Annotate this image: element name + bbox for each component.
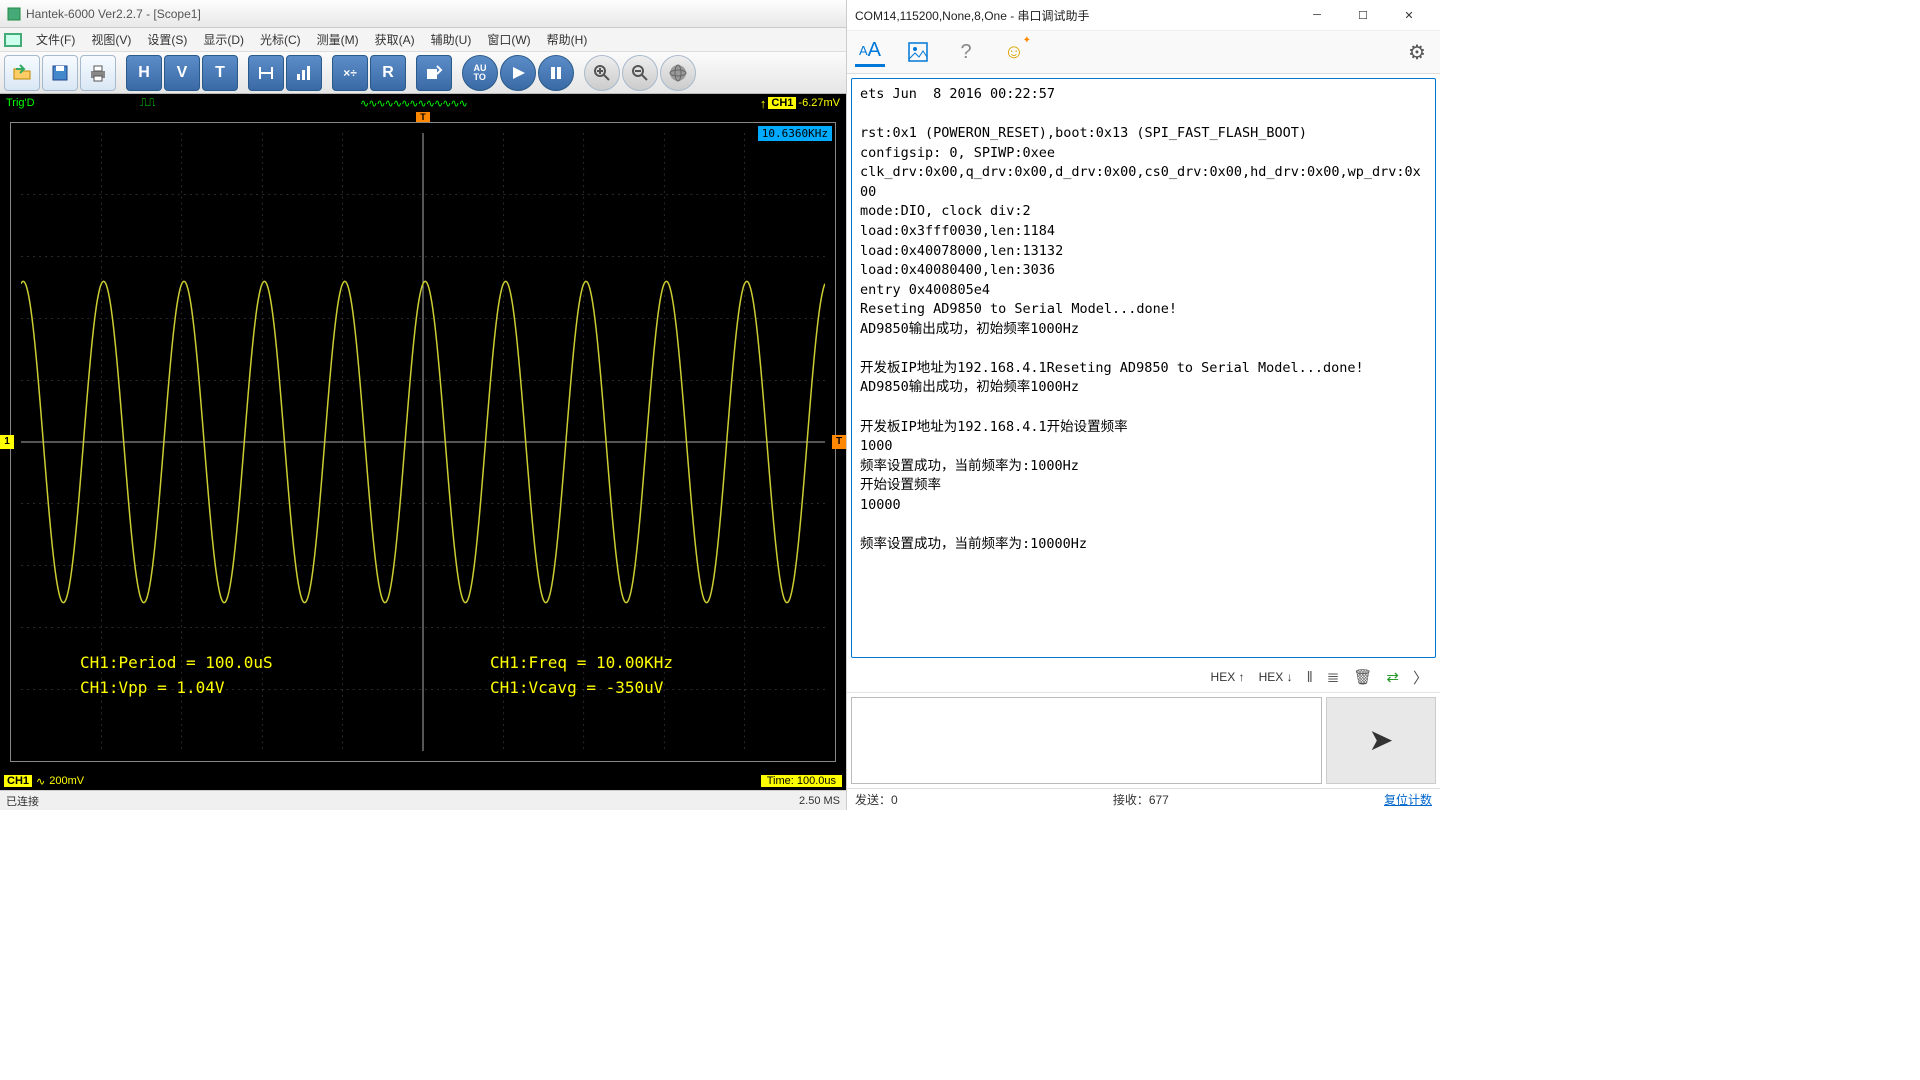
stop-button[interactable] — [538, 55, 574, 91]
pulse-icon: ⎍⎍ — [140, 96, 155, 110]
scope-statusbar: 已连接 2.50 MS — [0, 790, 846, 810]
cursor-button[interactable] — [248, 55, 284, 91]
vert-button[interactable]: V — [164, 55, 200, 91]
print-button[interactable] — [80, 55, 116, 91]
measurement-period: CH1:Period = 100.0uS — [80, 653, 273, 672]
math-button[interactable]: ×÷ — [332, 55, 368, 91]
scope-menubar: 文件(F) 视图(V) 设置(S) 显示(D) 光标(C) 测量(M) 获取(A… — [0, 28, 846, 52]
save-button[interactable] — [42, 55, 78, 91]
hex-up-button[interactable]: HEX ↑ — [1211, 670, 1245, 684]
menu-window[interactable]: 窗口(W) — [479, 29, 538, 50]
minimize-button[interactable]: ─ — [1294, 0, 1340, 30]
serial-terminal-window: COM14,115200,None,8,One - 串口调试助手 ─ ☐ ✕ A… — [846, 0, 1440, 810]
measurement-vavg: CH1:Vcavg = -350uV — [490, 678, 663, 697]
channel-info: CH1 ∿ 200mV — [4, 775, 84, 788]
scope-status-strip: Trig'D ⎍⎍ ∿∿∿∿∿∿∿∿∿∿∿∿∿ ↑ CH1 -6.27mV — [0, 94, 846, 112]
text-size-button[interactable]: AA — [855, 37, 885, 67]
measure-button[interactable] — [286, 55, 322, 91]
scope-title-text: Hantek-6000 Ver2.2.7 - [Scope1] — [26, 7, 201, 21]
menu-help[interactable]: 帮助(H) — [539, 29, 596, 50]
ref-button[interactable]: R — [370, 55, 406, 91]
trig-level-value: -6.27mV — [798, 97, 840, 109]
zoom-out-button[interactable] — [622, 55, 658, 91]
trig-edge-icon: ↑ — [760, 96, 767, 111]
menu-icon — [4, 33, 22, 47]
connection-status: 已连接 — [6, 793, 39, 809]
settings-button[interactable]: ⚙ — [1402, 37, 1432, 67]
trigger-pos-marker[interactable]: T — [416, 112, 430, 122]
serial-midbar: HEX ↑ HEX ↓ ‖ ≣ 🗑 ⇄ 〉 — [847, 662, 1440, 692]
menu-cursor[interactable]: 光标(C) — [252, 29, 309, 50]
serial-log-output[interactable]: ets Jun 8 2016 00:22:57 rst:0x1 (POWERON… — [851, 78, 1436, 658]
sample-rate: 2.50 MS — [799, 795, 840, 807]
send-button[interactable]: ➤ — [1326, 697, 1436, 784]
trigger-channel-badge: ↑ CH1 -6.27mV — [760, 96, 840, 111]
scope-titlebar[interactable]: Hantek-6000 Ver2.2.7 - [Scope1] — [0, 0, 846, 28]
ch1-zero-marker[interactable]: 1 — [0, 435, 14, 449]
image-tool-button[interactable] — [903, 37, 933, 67]
open-button[interactable] — [4, 55, 40, 91]
reset-counter-link[interactable]: 复位计数 — [1384, 791, 1432, 808]
measurement-freq: CH1:Freq = 10.00KHz — [490, 653, 673, 672]
emoji-button[interactable]: ☺✦ — [999, 37, 1029, 67]
serial-toolbar: AA ? ☺✦ ⚙ — [847, 30, 1440, 74]
swap-button[interactable]: ⇄ — [1386, 668, 1399, 686]
search-button[interactable] — [416, 55, 452, 91]
sent-count: 发送：0 — [855, 791, 898, 808]
trig-ch-label: CH1 — [768, 97, 796, 109]
menu-file[interactable]: 文件(F) — [28, 29, 83, 50]
serial-input-field[interactable] — [851, 697, 1322, 784]
horiz-button[interactable]: H — [126, 55, 162, 91]
recv-count: 接收：677 — [898, 791, 1384, 808]
menu-view[interactable]: 视图(V) — [83, 29, 139, 50]
scope-toolbar: H V T ×÷ R AUTO — [0, 52, 846, 94]
scope-bottom-strip: CH1 ∿ 200mV Time: 100.0us — [0, 772, 846, 790]
trig-button[interactable]: T — [202, 55, 238, 91]
run-button[interactable] — [500, 55, 536, 91]
hex-down-button[interactable]: HEX ↓ — [1259, 670, 1293, 684]
pause-button[interactable]: ‖ — [1307, 669, 1313, 686]
frequency-counter: 10.6360KHz — [758, 126, 832, 141]
vdiv-value: 200mV — [49, 775, 84, 787]
menu-measure[interactable]: 测量(M) — [309, 29, 367, 50]
oscilloscope-window: Hantek-6000 Ver2.2.7 - [Scope1] 文件(F) 视图… — [0, 0, 846, 810]
clear-button[interactable]: 🗑 — [1353, 668, 1372, 686]
app-icon — [6, 6, 22, 22]
menu-utility[interactable]: 辅助(U) — [423, 29, 480, 50]
help-button[interactable]: ? — [951, 37, 981, 67]
auto-button[interactable]: AUTO — [462, 55, 498, 91]
zoom-in-button[interactable] — [584, 55, 620, 91]
trigger-status: Trig'D — [0, 97, 41, 109]
close-button[interactable]: ✕ — [1386, 0, 1432, 30]
coupling-icon: ∿ — [36, 775, 45, 788]
forward-button[interactable]: 〉 — [1413, 667, 1428, 688]
serial-statusbar: 发送：0 接收：677 复位计数 — [847, 788, 1440, 810]
wave-preview-icon: ∿∿∿∿∿∿∿∿∿∿∿∿∿ — [360, 97, 467, 110]
maximize-button[interactable]: ☐ — [1340, 0, 1386, 30]
menu-display[interactable]: 显示(D) — [195, 29, 252, 50]
serial-input-row: ➤ — [847, 692, 1440, 788]
ch-label: CH1 — [4, 775, 32, 787]
timebase-value: Time: 100.0us — [761, 775, 842, 787]
menu-acquire[interactable]: 获取(A) — [367, 29, 423, 50]
trig-level-marker[interactable]: T — [832, 435, 846, 449]
list-button[interactable]: ≣ — [1327, 668, 1340, 686]
serial-title-text: COM14,115200,None,8,One - 串口调试助手 — [855, 7, 1090, 24]
measurement-vpp: CH1:Vpp = 1.04V — [80, 678, 225, 697]
scope-display[interactable]: T 10.6360KHz 1 T CH1:Period = 100.0uS CH… — [0, 112, 846, 772]
serial-titlebar[interactable]: COM14,115200,None,8,One - 串口调试助手 ─ ☐ ✕ — [847, 0, 1440, 30]
menu-settings[interactable]: 设置(S) — [139, 29, 195, 50]
globe-button[interactable] — [660, 55, 696, 91]
